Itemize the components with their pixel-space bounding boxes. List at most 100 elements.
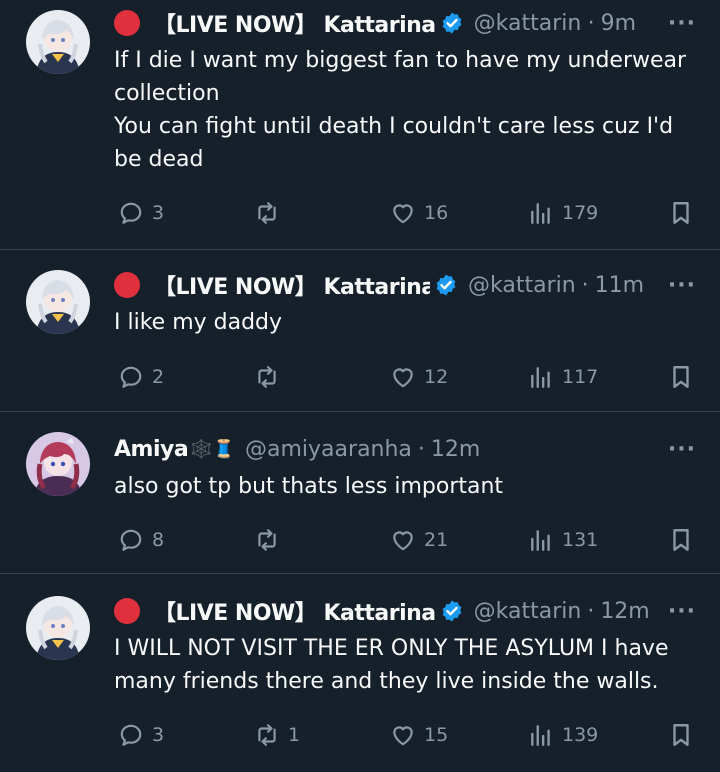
avatar-image (26, 270, 90, 334)
bookmark-button[interactable] (668, 525, 694, 555)
verified-badge-icon (440, 11, 464, 35)
like-button[interactable]: 15 (390, 720, 448, 750)
retweet-button[interactable] (254, 525, 288, 555)
views-icon (528, 364, 554, 390)
retweet-count: 1 (288, 724, 301, 746)
tweet-header: 【LIVE NOW】 Kattarina @kattarin · 12m ··· (114, 596, 696, 626)
handle[interactable]: @kattarin (474, 599, 582, 624)
timestamp[interactable]: 9m (601, 11, 636, 36)
display-name[interactable]: 【LIVE NOW】 Kattarina (154, 275, 430, 300)
avatar[interactable] (26, 432, 90, 496)
action-bar: 3 1 15 139 (114, 720, 694, 750)
views-button[interactable]: 131 (528, 525, 598, 555)
name-emoji: 🕸️🧵 (190, 438, 236, 460)
views-button[interactable]: 179 (528, 198, 598, 228)
retweet-button[interactable]: 1 (254, 720, 300, 750)
timestamp[interactable]: 12m (600, 599, 649, 624)
reply-button[interactable]: 2 (118, 362, 164, 392)
reply-count: 3 (152, 724, 165, 746)
like-icon (390, 364, 416, 390)
action-bar: 2 12 117 (114, 362, 694, 392)
reply-button[interactable]: 8 (118, 525, 164, 555)
separator: · (587, 10, 595, 36)
tweet-text: I like my daddy (114, 310, 283, 335)
avatar[interactable] (26, 596, 90, 660)
views-button[interactable]: 117 (528, 362, 598, 392)
bookmark-icon (668, 527, 694, 553)
reply-icon (118, 527, 144, 553)
tweet-text: also got tp but thats less important (114, 474, 504, 499)
action-bar: 3 16 179 (114, 198, 694, 228)
more-icon[interactable]: ··· (656, 11, 696, 36)
bookmark-icon (668, 722, 694, 748)
reply-count: 2 (152, 366, 165, 388)
avatar-image (26, 10, 90, 74)
tweet-item[interactable]: 【LIVE NOW】 Kattarina @kattarin · 11m ···… (0, 250, 720, 412)
like-count: 12 (424, 366, 449, 388)
retweet-icon (254, 364, 280, 390)
avatar[interactable] (26, 270, 90, 334)
views-count: 131 (562, 529, 599, 551)
tweet-feed: 【LIVE NOW】 Kattarina @kattarina · 9m ···… (0, 0, 720, 772)
separator: · (587, 598, 595, 624)
retweet-icon (254, 527, 280, 553)
views-count: 179 (562, 202, 599, 224)
tweet-header: 【LIVE NOW】 Kattarina @kattarin · 11m ··· (114, 270, 696, 300)
reply-icon (118, 200, 144, 226)
avatar[interactable] (26, 10, 90, 74)
more-icon[interactable]: ··· (656, 437, 696, 462)
views-count: 117 (562, 366, 599, 388)
like-count: 16 (424, 202, 449, 224)
action-bar: 8 21 131 (114, 525, 694, 555)
views-count: 139 (562, 724, 599, 746)
retweet-button[interactable] (254, 198, 288, 228)
avatar-image (26, 596, 90, 660)
tweet-header: Amiya 🕸️🧵 @amiyaaranha · 12m ··· (114, 434, 696, 464)
handle[interactable]: @amiyaaranha (245, 437, 412, 462)
live-dot-icon (114, 272, 140, 298)
like-button[interactable]: 12 (390, 362, 448, 392)
tweet-text: I WILL NOT VISIT THE ER ONLY THE ASYLUM … (114, 636, 669, 694)
bookmark-button[interactable] (668, 720, 694, 750)
bookmark-button[interactable] (668, 198, 694, 228)
tweet-header: 【LIVE NOW】 Kattarina @kattarina · 9m ··· (114, 8, 696, 38)
like-button[interactable]: 16 (390, 198, 448, 228)
verified-badge-icon (440, 599, 464, 623)
retweet-icon (254, 722, 280, 748)
retweet-icon (254, 200, 280, 226)
tweet-item[interactable]: Amiya 🕸️🧵 @amiyaaranha · 12m ··· also go… (0, 412, 720, 574)
timestamp[interactable]: 12m (431, 437, 480, 462)
tweet-text: If I die I want my biggest fan to have m… (114, 48, 687, 172)
like-button[interactable]: 21 (390, 525, 448, 555)
views-icon (528, 200, 554, 226)
live-dot-icon (114, 10, 140, 36)
timestamp[interactable]: 11m (595, 273, 644, 298)
avatar-image (26, 432, 90, 496)
display-name[interactable]: 【LIVE NOW】 Kattarina (154, 601, 436, 626)
reply-button[interactable]: 3 (118, 720, 164, 750)
handle[interactable]: @kattarina (474, 11, 582, 36)
like-icon (390, 722, 416, 748)
like-count: 21 (424, 529, 449, 551)
display-name[interactable]: Amiya (114, 437, 189, 462)
bookmark-button[interactable] (668, 362, 694, 392)
separator: · (417, 436, 425, 462)
retweet-button[interactable] (254, 362, 288, 392)
reply-button[interactable]: 3 (118, 198, 164, 228)
bookmark-icon (668, 200, 694, 226)
more-icon[interactable]: ··· (656, 273, 696, 298)
views-button[interactable]: 139 (528, 720, 598, 750)
more-icon[interactable]: ··· (656, 599, 696, 624)
tweet-item[interactable]: 【LIVE NOW】 Kattarina @kattarina · 9m ···… (0, 0, 720, 250)
bookmark-icon (668, 364, 694, 390)
like-icon (390, 200, 416, 226)
display-name[interactable]: 【LIVE NOW】 Kattarina (154, 13, 436, 38)
handle[interactable]: @kattarin (468, 273, 576, 298)
tweet-item[interactable]: 【LIVE NOW】 Kattarina @kattarin · 12m ···… (0, 574, 720, 772)
separator: · (581, 272, 589, 298)
views-icon (528, 527, 554, 553)
like-icon (390, 527, 416, 553)
live-dot-icon (114, 598, 140, 624)
reply-count: 8 (152, 529, 165, 551)
views-icon (528, 722, 554, 748)
